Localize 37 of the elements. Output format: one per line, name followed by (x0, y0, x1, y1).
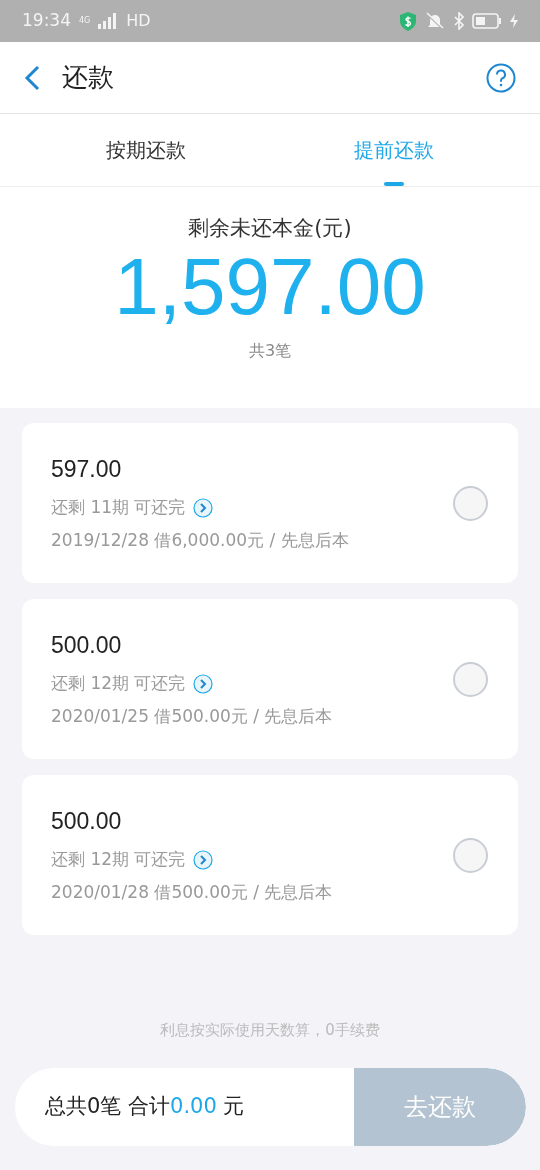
mute-icon (424, 12, 446, 30)
hd-indicator: HD (126, 10, 151, 32)
select-radio[interactable] (453, 837, 488, 873)
page-title: 还款 (62, 61, 114, 94)
fee-note: 利息按实际使用天数算，0手续费 (159, 1020, 381, 1041)
tab[interactable]: 按期还款 (46, 114, 246, 186)
bluetooth-icon (454, 12, 464, 30)
currency-unit: 元 (222, 1092, 245, 1120)
total-amount: 0.00 (170, 1092, 217, 1120)
total-label: 总共0笔 合计 (45, 1092, 171, 1120)
select-radio[interactable] (453, 485, 488, 521)
chevron-icon[interactable] (193, 849, 214, 870)
remaining-periods: 还剩 12期 可还完 (51, 847, 186, 871)
loan-amount: 597.00 (51, 455, 123, 485)
remaining-periods: 还剩 12期 可还完 (51, 671, 186, 695)
chevron-icon[interactable] (193, 673, 214, 694)
chevron-icon[interactable] (193, 497, 214, 518)
loan-amount: 500.00 (51, 631, 123, 661)
clock-time: 19:34 (22, 9, 71, 33)
charging-icon (510, 14, 518, 28)
tab-indicator (384, 182, 404, 186)
battery-icon (472, 13, 502, 29)
loan-detail: 2020/01/28 借500.00元 / 先息后本 (51, 881, 333, 905)
principal-amount: 1,597.00 (113, 244, 427, 329)
loan-detail: 2020/01/25 借500.00元 / 先息后本 (51, 705, 333, 729)
select-radio[interactable] (453, 661, 488, 697)
loan-amount: 500.00 (51, 807, 123, 837)
network-type: 4G (79, 17, 91, 25)
back-icon[interactable] (24, 64, 40, 91)
summary-label: 剩余未还本金(元) (187, 215, 353, 242)
remaining-periods: 还剩 11期 可还完 (51, 495, 186, 519)
signal-icon (98, 13, 119, 29)
tab[interactable]: 提前还款 (294, 114, 494, 186)
loan-count: 共3笔 (247, 339, 293, 362)
loan-detail: 2019/12/28 借6,000.00元 / 先息后本 (51, 529, 349, 553)
help-icon[interactable] (486, 62, 516, 93)
shield-icon (400, 11, 416, 31)
